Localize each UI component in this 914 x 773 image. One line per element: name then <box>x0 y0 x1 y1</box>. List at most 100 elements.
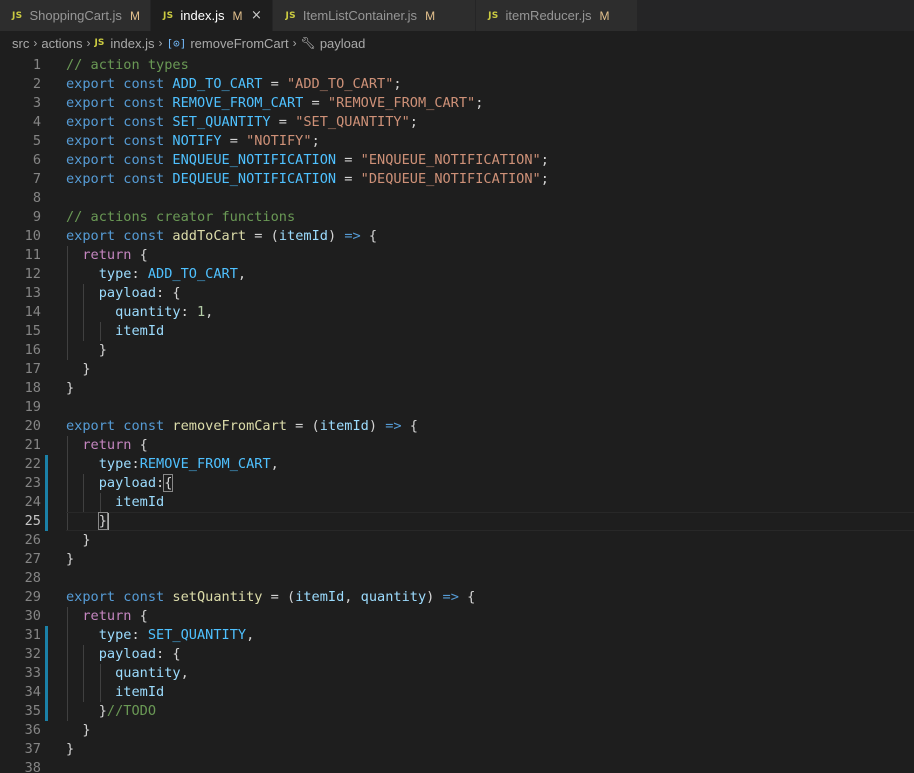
modified-line-indicator[interactable] <box>45 626 48 645</box>
modified-line-indicator[interactable] <box>45 645 48 664</box>
code-line[interactable]: 27} <box>0 550 914 569</box>
code-line[interactable]: 35 }//TODO <box>0 702 914 721</box>
code-text: } <box>66 721 90 740</box>
code-editor[interactable]: 1 // action types 2 export const ADD_TO_CAR… <box>0 55 914 773</box>
code-token: { <box>458 589 476 605</box>
breadcrumb-removefromcart[interactable]: removeFromCart <box>190 36 288 51</box>
code-token: : { <box>156 646 181 662</box>
code-text: } <box>66 341 107 360</box>
code-text: } <box>66 740 74 759</box>
modified-line-indicator[interactable] <box>45 702 48 721</box>
code-line[interactable]: 13 payload: { <box>0 284 914 303</box>
code-token: "NOTIFY" <box>246 133 312 149</box>
code-line[interactable]: 6 export const ENQUEUE_NOTIFICATION = "EN… <box>0 151 914 170</box>
code-line[interactable]: 17 } <box>0 360 914 379</box>
code-line[interactable]: 9 // actions creator functions <box>0 208 914 227</box>
code-line[interactable]: 19 <box>0 398 914 417</box>
modified-line-indicator[interactable] <box>45 493 48 512</box>
code-line[interactable]: 23 payload:{ <box>0 474 914 493</box>
modified-line-indicator[interactable] <box>45 664 48 683</box>
breadcrumb-src[interactable]: src <box>12 36 29 51</box>
code-token: NOTIFY <box>172 133 222 149</box>
code-line[interactable]: 4 export const SET_QUANTITY = "SET_QUANTI… <box>0 113 914 132</box>
code-line[interactable]: 12 type: ADD_TO_CART, <box>0 265 914 284</box>
line-number: 35 <box>24 703 41 719</box>
code-line[interactable]: 21 return { <box>0 436 914 455</box>
modified-line-indicator[interactable] <box>45 455 48 474</box>
code-line[interactable]: 7 export const DEQUEUE_NOTIFICATION = "DE… <box>0 170 914 189</box>
code-token: itemId <box>278 228 328 244</box>
code-line[interactable]: 11 return { <box>0 246 914 265</box>
close-icon[interactable]: × <box>248 8 264 23</box>
code-line[interactable]: 34 itemId <box>0 683 914 702</box>
code-token: : <box>131 456 140 472</box>
code-token: itemId <box>115 494 165 510</box>
code-token: payload <box>98 475 157 491</box>
code-line[interactable]: 14 quantity: 1, <box>0 303 914 322</box>
breadcrumb-payload[interactable]: payload <box>320 36 366 51</box>
code-line[interactable]: 25 } <box>0 512 914 531</box>
code-token: // actions creator functions <box>66 209 296 225</box>
code-line[interactable]: 1 // action types <box>0 56 914 75</box>
code-line[interactable]: 32 payload: { <box>0 645 914 664</box>
code-token: const <box>123 133 165 149</box>
tab-itemlistcontainer[interactable]: JS ItemListContainer.js M <box>273 0 477 31</box>
bracket-match-highlight: } <box>97 512 108 530</box>
code-line[interactable]: 33 quantity, <box>0 664 914 683</box>
code-line[interactable]: 24 itemId <box>0 493 914 512</box>
code-line[interactable]: 8 <box>0 189 914 208</box>
code-token: return <box>82 608 132 624</box>
line-number: 9 <box>32 209 41 225</box>
modified-line-indicator[interactable] <box>45 512 48 531</box>
tab-itemreducer[interactable]: JS itemReducer.js M <box>476 0 639 31</box>
code-line[interactable]: 5 export const NOTIFY = "NOTIFY"; <box>0 132 914 151</box>
js-file-icon: JS <box>285 10 296 21</box>
tab-shoppingcart[interactable]: JS ShoppingCart.js M <box>0 0 151 31</box>
code-text: return { <box>66 436 147 455</box>
code-line[interactable]: 20 export const removeFromCart = (itemId)… <box>0 417 914 436</box>
code-line[interactable]: 37} <box>0 740 914 759</box>
code-line[interactable]: 30 return { <box>0 607 914 626</box>
code-token: = ( <box>246 228 279 244</box>
code-line[interactable]: 38 <box>0 759 914 773</box>
code-token: ) <box>368 418 386 434</box>
code-token: return <box>82 247 132 263</box>
code-line[interactable]: 26 } <box>0 531 914 550</box>
line-number: 1 <box>32 57 41 73</box>
line-number: 24 <box>24 494 41 510</box>
code-line[interactable]: 36 } <box>0 721 914 740</box>
code-text: } <box>66 512 109 531</box>
code-line[interactable]: 18} <box>0 379 914 398</box>
code-text: payload: { <box>66 645 181 664</box>
code-line[interactable]: 3 export const REMOVE_FROM_CART = "REMOVE… <box>0 94 914 113</box>
modified-line-indicator[interactable] <box>45 474 48 493</box>
code-text: } <box>66 379 74 398</box>
code-line[interactable]: 15 itemId <box>0 322 914 341</box>
line-number: 5 <box>32 133 41 149</box>
code-line[interactable]: 31 type: SET_QUANTITY, <box>0 626 914 645</box>
line-number: 20 <box>24 418 41 434</box>
code-token: ADD_TO_CART <box>147 266 238 282</box>
tab-index[interactable]: JS index.js M × <box>150 0 274 31</box>
breadcrumb-index-js[interactable]: index.js <box>110 36 154 51</box>
code-token: = <box>303 95 328 111</box>
line-number: 36 <box>24 722 41 738</box>
code-token: "ENQUEUE_NOTIFICATION" <box>360 152 541 168</box>
code-token: ; <box>409 114 418 130</box>
code-token: : <box>131 627 148 643</box>
code-line[interactable]: 10 export const addToCart = (itemId) => { <box>0 227 914 246</box>
breadcrumb-actions[interactable]: actions <box>41 36 82 51</box>
wrench-icon: 🔧︎ <box>300 36 316 50</box>
code-token: const <box>123 95 165 111</box>
code-line[interactable]: 2 export const ADD_TO_CART = "ADD_TO_CART… <box>0 75 914 94</box>
code-token: "DEQUEUE_NOTIFICATION" <box>360 171 541 187</box>
variable-symbol-icon: [⊙] <box>166 36 187 50</box>
code-line[interactable]: 28 <box>0 569 914 588</box>
code-line[interactable]: 29 export const setQuantity = (itemId, qu… <box>0 588 914 607</box>
code-line[interactable]: 16 } <box>0 341 914 360</box>
code-text: export const removeFromCart = (itemId) =… <box>66 417 418 436</box>
modified-line-indicator[interactable] <box>45 683 48 702</box>
code-line[interactable]: 22 type:REMOVE_FROM_CART, <box>0 455 914 474</box>
